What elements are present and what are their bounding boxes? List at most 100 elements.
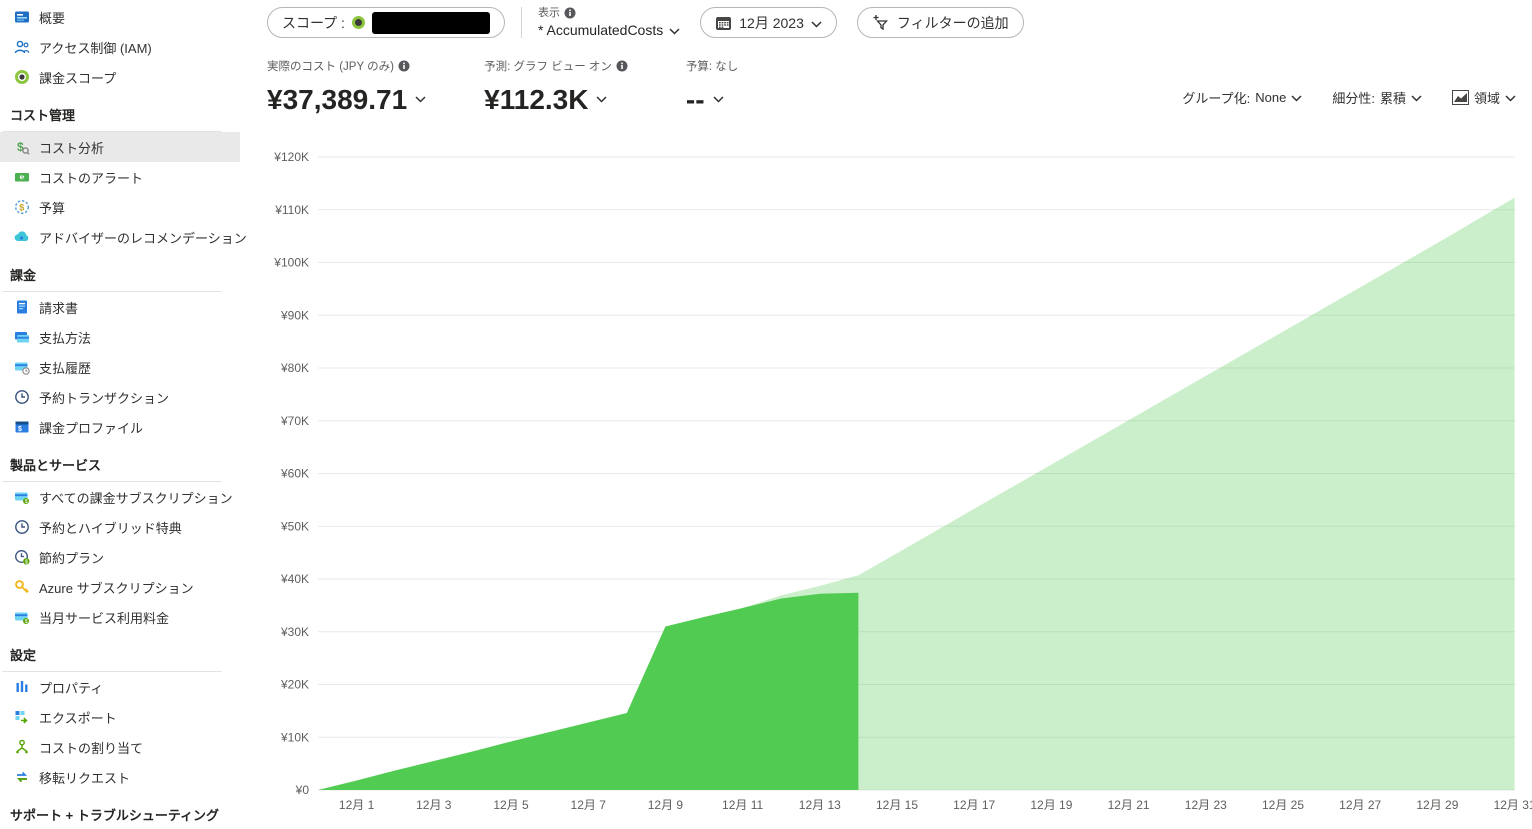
view-label-row: 表示 bbox=[538, 7, 680, 20]
cost-chart: ¥0¥10K¥20K¥30K¥40K¥50K¥60K¥70K¥80K¥90K¥1… bbox=[255, 140, 1532, 829]
sidebar-item-label: 課金プロファイル bbox=[39, 418, 143, 437]
sidebar-item-billing-scope[interactable]: 課金スコープ bbox=[0, 62, 240, 92]
billing-scope-icon bbox=[14, 69, 30, 85]
chevron-down-icon bbox=[1411, 90, 1422, 105]
cost-allocation-icon bbox=[14, 739, 30, 755]
sidebar-item-cost-allocation[interactable]: コストの割り当て bbox=[0, 732, 240, 762]
sidebar-item-label: 予算 bbox=[39, 198, 65, 217]
kpi-value-text: -- bbox=[686, 84, 705, 116]
sidebar-item-label: コストの割り当て bbox=[39, 738, 143, 757]
view-dropdown[interactable]: * AccumulatedCosts bbox=[538, 22, 680, 38]
info-icon[interactable] bbox=[564, 7, 576, 19]
toolbar-divider bbox=[521, 7, 522, 38]
date-range-value: 12月 2023 bbox=[739, 13, 804, 33]
svg-text:$: $ bbox=[25, 499, 28, 505]
kpi-label: 予算: なし bbox=[686, 58, 738, 74]
view-selector: 表示 * AccumulatedCosts bbox=[538, 7, 680, 38]
kpi-value-dropdown[interactable]: -- bbox=[686, 78, 738, 116]
scope-value-redacted bbox=[372, 12, 490, 34]
chevron-down-icon bbox=[713, 78, 724, 110]
invoices-icon bbox=[14, 299, 30, 315]
sidebar-item-advisor[interactable]: アドバイザーのレコメンデーション bbox=[0, 222, 240, 252]
command-bar: スコープ : 表示 * AccumulatedCosts 12月 2023 フィ… bbox=[267, 7, 1024, 38]
info-icon[interactable] bbox=[398, 60, 410, 72]
sidebar-item-label: アクセス制御 (IAM) bbox=[39, 38, 152, 57]
svg-text:$: $ bbox=[18, 426, 22, 433]
chart-controls: グループ化:None 細分性:累積 領域 bbox=[1182, 88, 1516, 107]
iam-icon bbox=[14, 39, 30, 55]
sidebar-item-savings-plan[interactable]: $節約プラン bbox=[0, 542, 240, 572]
sidebar-item-invoices[interactable]: 請求書 bbox=[0, 292, 240, 322]
sidebar-item-label: 請求書 bbox=[39, 298, 78, 317]
exports-icon bbox=[14, 709, 30, 725]
x-axis-tick-label: 12月 1 bbox=[339, 798, 375, 812]
y-axis-tick-label: ¥30K bbox=[280, 625, 309, 639]
sidebar-item-label: アドバイザーのレコメンデーション bbox=[39, 228, 247, 247]
y-axis-tick-label: ¥10K bbox=[280, 730, 309, 744]
sidebar-item-payment-methods[interactable]: 支払方法 bbox=[0, 322, 240, 352]
azure-subscription-icon bbox=[14, 579, 30, 595]
chevron-down-icon bbox=[415, 78, 426, 110]
advisor-icon bbox=[14, 229, 30, 245]
y-axis-tick-label: ¥70K bbox=[280, 414, 309, 428]
reservation-transactions-icon bbox=[14, 389, 30, 405]
sidebar-item-billing-profile[interactable]: $ 課金プロファイル bbox=[0, 412, 240, 442]
sidebar-item-label: プロパティ bbox=[39, 678, 103, 697]
group-by-dropdown[interactable]: グループ化:None bbox=[1182, 88, 1302, 107]
sidebar-item-reservations[interactable]: 予約とハイブリッド特典 bbox=[0, 512, 240, 542]
billing-scope-icon bbox=[352, 16, 365, 29]
sidebar-item-all-billing-subscriptions[interactable]: $ すべての課金サブスクリプション bbox=[0, 482, 240, 512]
reservations-icon bbox=[14, 519, 30, 535]
kpi-label: 実際のコスト (JPY のみ) bbox=[267, 58, 426, 74]
x-axis-tick-label: 12月 15 bbox=[876, 798, 918, 812]
sidebar-item-properties[interactable]: プロパティ bbox=[0, 672, 240, 702]
sidebar-item-reservation-transactions[interactable]: 予約トランザクション bbox=[0, 382, 240, 412]
chevron-down-icon bbox=[1291, 90, 1302, 105]
scope-pill[interactable]: スコープ : bbox=[267, 7, 505, 38]
add-filter-icon bbox=[872, 14, 890, 31]
scope-label: スコープ : bbox=[282, 13, 345, 33]
sidebar-item-label: 概要 bbox=[39, 8, 65, 27]
sidebar-item-label: コスト分析 bbox=[39, 138, 104, 157]
sidebar-item-current-month-charges[interactable]: $当月サービス利用料金 bbox=[0, 602, 240, 632]
savings-plan-icon: $ bbox=[14, 549, 30, 565]
chart-type-dropdown[interactable]: 領域 bbox=[1452, 88, 1516, 107]
sidebar-item-iam[interactable]: アクセス制御 (IAM) bbox=[0, 32, 240, 62]
cost-management-page: 概要アクセス制御 (IAM)課金スコープコスト管理$コスト分析$コストのアラート… bbox=[0, 0, 1532, 829]
sidebar-section-header: 製品とサービス bbox=[10, 456, 240, 476]
sidebar-section-header: コスト管理 bbox=[10, 106, 240, 126]
kpi-2: 予算: なし -- bbox=[686, 58, 738, 116]
payment-methods-icon bbox=[14, 329, 30, 345]
sidebar-item-label: エクスポート bbox=[39, 708, 117, 727]
sidebar-item-label: すべての課金サブスクリプション bbox=[39, 488, 233, 507]
control-label: 細分性: bbox=[1332, 88, 1375, 107]
date-range-pill[interactable]: 12月 2023 bbox=[700, 7, 837, 38]
sidebar-item-cost-analysis[interactable]: $コスト分析 bbox=[0, 132, 240, 162]
x-axis-tick-label: 12月 3 bbox=[416, 798, 452, 812]
kpi-label-text: 実際のコスト (JPY のみ) bbox=[267, 58, 394, 74]
sidebar-item-payment-history[interactable]: 支払履歴 bbox=[0, 352, 240, 382]
y-axis-tick-label: ¥90K bbox=[280, 308, 309, 322]
sidebar-item-overview[interactable]: 概要 bbox=[0, 2, 240, 32]
kpi-value-dropdown[interactable]: ¥37,389.71 bbox=[267, 78, 426, 116]
sidebar-item-azure-subscription[interactable]: Azure サブスクリプション bbox=[0, 572, 240, 602]
chevron-down-icon bbox=[1505, 90, 1516, 105]
granularity-dropdown[interactable]: 細分性:累積 bbox=[1332, 88, 1422, 107]
y-axis-tick-label: ¥0 bbox=[295, 783, 310, 797]
y-axis-tick-label: ¥110K bbox=[274, 203, 309, 217]
sidebar-item-cost-alerts[interactable]: $コストのアラート bbox=[0, 162, 240, 192]
chevron-down-icon bbox=[596, 78, 607, 110]
y-axis-tick-label: ¥50K bbox=[280, 519, 309, 533]
accumulated-cost-area-chart[interactable]: ¥0¥10K¥20K¥30K¥40K¥50K¥60K¥70K¥80K¥90K¥1… bbox=[255, 140, 1532, 829]
sidebar-item-exports[interactable]: エクスポート bbox=[0, 702, 240, 732]
add-filter-pill[interactable]: フィルターの追加 bbox=[857, 7, 1024, 38]
info-icon[interactable] bbox=[616, 60, 628, 72]
overview-icon bbox=[14, 9, 30, 25]
sidebar-item-transfer-requests[interactable]: 移転リクエスト bbox=[0, 762, 240, 792]
sidebar-section-header: 課金 bbox=[10, 266, 240, 286]
kpi-value-dropdown[interactable]: ¥112.3K bbox=[484, 78, 628, 116]
sidebar-item-label: 予約トランザクション bbox=[39, 388, 169, 407]
sidebar-item-budgets[interactable]: $予算 bbox=[0, 192, 240, 222]
kpi-value-text: ¥37,389.71 bbox=[267, 84, 407, 116]
y-axis-tick-label: ¥40K bbox=[280, 572, 309, 586]
